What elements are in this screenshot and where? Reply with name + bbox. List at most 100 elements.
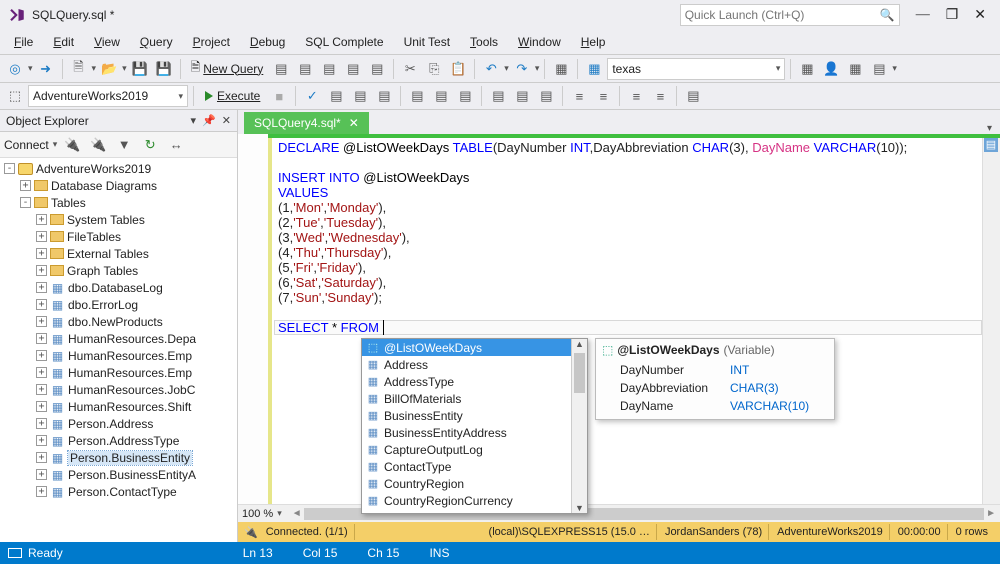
intellisense-item[interactable]: Address bbox=[362, 356, 571, 373]
tree-row[interactable]: -Tables bbox=[0, 194, 237, 211]
execute-button[interactable]: Execute bbox=[199, 85, 266, 107]
menu-tools[interactable]: Tools bbox=[462, 33, 506, 51]
menu-edit[interactable]: Edit bbox=[45, 33, 82, 51]
menu-file[interactable]: File bbox=[6, 33, 41, 51]
tb-icon-7[interactable]: ▦ bbox=[583, 58, 605, 80]
undo-button[interactable]: ↶ bbox=[480, 58, 502, 80]
tb-icon-4[interactable]: ▤ bbox=[342, 58, 364, 80]
outdent-button[interactable]: ≡ bbox=[592, 85, 614, 107]
oe-connect-drop[interactable]: ▾ bbox=[53, 139, 58, 150]
tree-row[interactable]: +Person.ContactType bbox=[0, 483, 237, 500]
intellisense-item[interactable]: ContactType bbox=[362, 458, 571, 475]
database-combo[interactable]: AdventureWorks2019 ▾ bbox=[28, 85, 188, 107]
parse-button[interactable]: ✓ bbox=[301, 85, 323, 107]
tree-toggle[interactable]: + bbox=[36, 316, 47, 327]
intellisense-item[interactable]: CaptureOutputLog bbox=[362, 441, 571, 458]
tree-toggle[interactable]: + bbox=[36, 333, 47, 344]
tree-row[interactable]: +dbo.NewProducts bbox=[0, 313, 237, 330]
tb-icon-2[interactable]: ▤ bbox=[294, 58, 316, 80]
menu-help[interactable]: Help bbox=[573, 33, 614, 51]
tree-row[interactable]: +HumanResources.Depa bbox=[0, 330, 237, 347]
tb-icon-6[interactable]: ▦ bbox=[550, 58, 572, 80]
vertical-scrollbar[interactable]: ▤ bbox=[982, 138, 1000, 504]
tree-row[interactable]: +HumanResources.Emp bbox=[0, 347, 237, 364]
menu-debug[interactable]: Debug bbox=[242, 33, 293, 51]
minimize-button[interactable]: — bbox=[916, 7, 930, 24]
menu-unittest[interactable]: Unit Test bbox=[396, 33, 458, 51]
stop-button[interactable]: ■ bbox=[268, 85, 290, 107]
close-button[interactable]: ✕ bbox=[974, 7, 986, 24]
intellisense-item[interactable]: BusinessEntityAddress bbox=[362, 424, 571, 441]
tree-toggle[interactable]: + bbox=[36, 384, 47, 395]
oe-btn-1[interactable]: 🔌 bbox=[61, 134, 83, 156]
paste-button[interactable]: 📋 bbox=[447, 58, 469, 80]
open-button[interactable]: 📂 bbox=[98, 58, 120, 80]
tb2-icon-8[interactable]: ▤ bbox=[487, 85, 509, 107]
intellisense-popup[interactable]: @ListOWeekDaysAddressAddressTypeBillOfMa… bbox=[361, 338, 588, 514]
tree-toggle[interactable]: + bbox=[36, 435, 47, 446]
oe-pin-icon[interactable]: 📌 bbox=[202, 114, 216, 127]
split-icon[interactable]: ▤ bbox=[984, 138, 998, 152]
tab-close-icon[interactable]: ✕ bbox=[349, 116, 359, 130]
quick-launch-input[interactable] bbox=[685, 8, 880, 22]
tb2-icon-9[interactable]: ▤ bbox=[511, 85, 533, 107]
indent-button[interactable]: ≡ bbox=[568, 85, 590, 107]
oe-btn-filter[interactable]: ▼ bbox=[113, 134, 135, 156]
menu-view[interactable]: View bbox=[86, 33, 128, 51]
redo-button[interactable]: ↷ bbox=[511, 58, 533, 80]
new-project-button[interactable]: 🗎 bbox=[68, 58, 90, 80]
tree-toggle[interactable]: + bbox=[36, 214, 47, 225]
oe-btn-2[interactable]: 🔌 bbox=[87, 134, 109, 156]
tree-toggle[interactable]: - bbox=[4, 163, 15, 174]
restore-button[interactable]: ❐ bbox=[946, 7, 959, 24]
menu-project[interactable]: Project bbox=[185, 33, 238, 51]
intellisense-item[interactable]: BusinessEntity bbox=[362, 407, 571, 424]
tb2-icon-11[interactable]: ▤ bbox=[682, 85, 704, 107]
menu-query[interactable]: Query bbox=[132, 33, 181, 51]
tb2-icon-7[interactable]: ▤ bbox=[454, 85, 476, 107]
tree-toggle[interactable]: + bbox=[36, 265, 47, 276]
tree-row[interactable]: +Person.BusinessEntity bbox=[0, 449, 237, 466]
tb2-icon-1[interactable]: ⬚ bbox=[4, 85, 26, 107]
oe-close-icon[interactable]: ✕ bbox=[222, 114, 231, 127]
zoom-drop[interactable]: ▾ bbox=[277, 508, 282, 519]
tree-toggle[interactable]: + bbox=[36, 350, 47, 361]
tree-row[interactable]: +Graph Tables bbox=[0, 262, 237, 279]
oe-refresh-button[interactable]: ↻ bbox=[139, 134, 161, 156]
tb-icon-10[interactable]: ▦ bbox=[844, 58, 866, 80]
tree-row[interactable]: +HumanResources.JobC bbox=[0, 381, 237, 398]
tb-icon-8[interactable]: ▦ bbox=[796, 58, 818, 80]
tb2-icon-10[interactable]: ▤ bbox=[535, 85, 557, 107]
texas-combo[interactable]: texas ▾ bbox=[607, 58, 785, 80]
tree-row[interactable]: +Database Diagrams bbox=[0, 177, 237, 194]
tree-row[interactable]: +HumanResources.Emp bbox=[0, 364, 237, 381]
tree-toggle[interactable]: + bbox=[36, 299, 47, 310]
tree-row[interactable]: +dbo.ErrorLog bbox=[0, 296, 237, 313]
copy-button[interactable]: ⎘ bbox=[423, 58, 445, 80]
intellisense-item[interactable]: CountryRegion bbox=[362, 475, 571, 492]
quick-launch[interactable]: 🔍 bbox=[680, 4, 900, 26]
tb-icon-1[interactable]: ▤ bbox=[270, 58, 292, 80]
tree-toggle[interactable]: - bbox=[20, 197, 31, 208]
tb2-icon-5[interactable]: ▤ bbox=[406, 85, 428, 107]
tb2-icon-6[interactable]: ▤ bbox=[430, 85, 452, 107]
tree-row[interactable]: -AdventureWorks2019 bbox=[0, 160, 237, 177]
intellisense-item[interactable]: AddressType bbox=[362, 373, 571, 390]
tb2-icon-2[interactable]: ▤ bbox=[325, 85, 347, 107]
save-button[interactable]: 💾 bbox=[129, 58, 151, 80]
document-tab[interactable]: SQLQuery4.sql* ✕ bbox=[244, 112, 369, 134]
tb2-icon-4[interactable]: ▤ bbox=[373, 85, 395, 107]
tree-toggle[interactable]: + bbox=[36, 231, 47, 242]
tree-row[interactable]: +FileTables bbox=[0, 228, 237, 245]
intellisense-item[interactable]: @ListOWeekDays bbox=[362, 339, 571, 356]
menu-sqlcomplete[interactable]: SQL Complete bbox=[297, 33, 391, 51]
new-query-button[interactable]: 🗎 New Query bbox=[186, 58, 269, 80]
tree-toggle[interactable]: + bbox=[36, 469, 47, 480]
tree-toggle[interactable]: + bbox=[20, 180, 31, 191]
code-editor[interactable]: DECLARE @ListOWeekDays TABLE(DayNumber I… bbox=[238, 134, 1000, 504]
menu-window[interactable]: Window bbox=[510, 33, 569, 51]
tb-icon-5[interactable]: ▤ bbox=[366, 58, 388, 80]
tb-icon-11[interactable]: ▤ bbox=[868, 58, 890, 80]
tree-toggle[interactable]: + bbox=[36, 452, 47, 463]
tree-row[interactable]: +Person.BusinessEntityA bbox=[0, 466, 237, 483]
